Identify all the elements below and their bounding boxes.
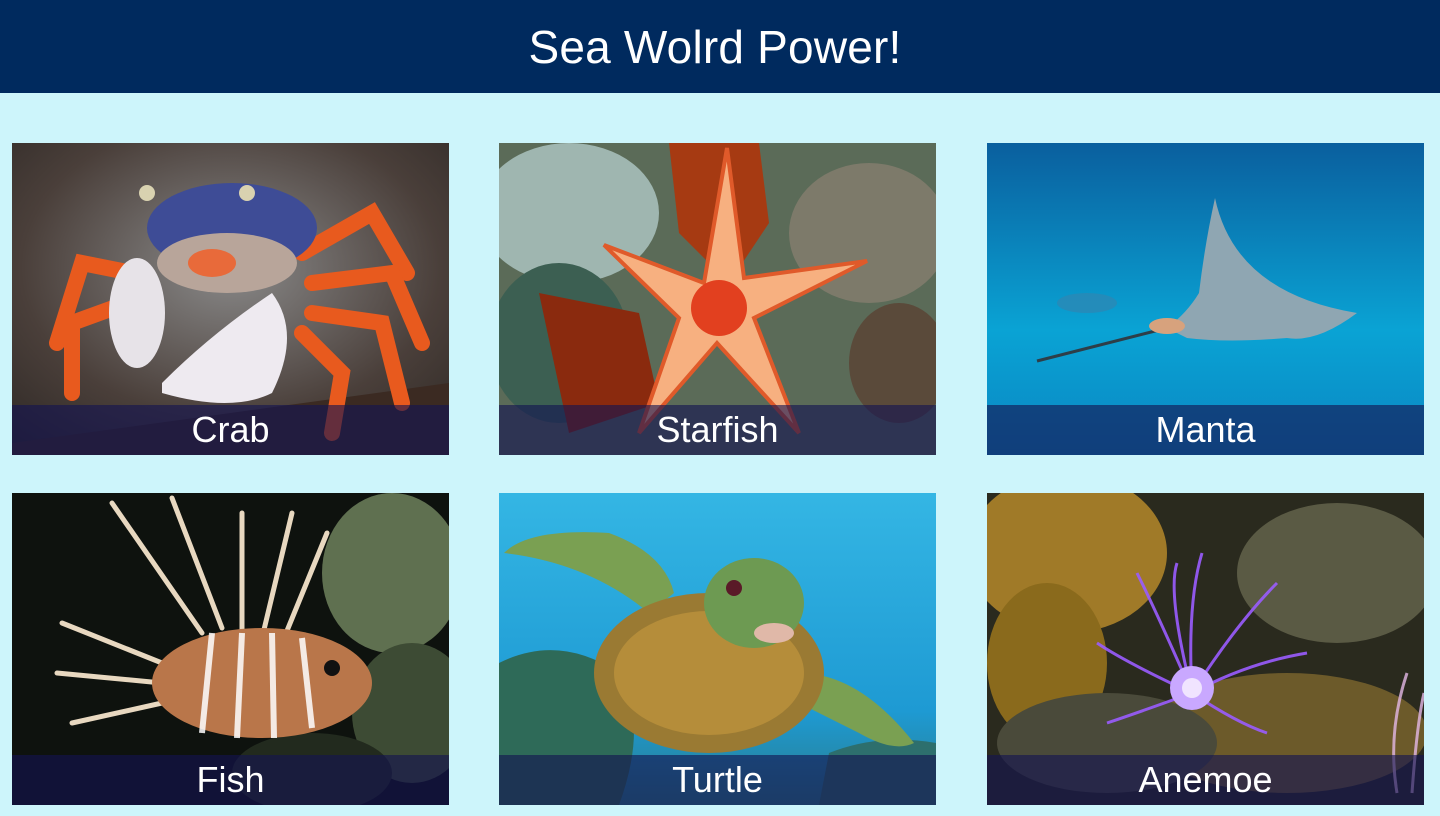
card-caption: Anemoe xyxy=(987,755,1424,805)
card-caption: Turtle xyxy=(499,755,936,805)
card-caption: Manta xyxy=(987,405,1424,455)
card-caption: Starfish xyxy=(499,405,936,455)
card-starfish[interactable]: Starfish xyxy=(499,143,936,455)
card-crab[interactable]: Crab xyxy=(12,143,449,455)
card-manta[interactable]: Manta xyxy=(987,143,1424,455)
card-fish[interactable]: Fish xyxy=(12,493,449,805)
card-caption: Crab xyxy=(12,405,449,455)
card-turtle[interactable]: Turtle xyxy=(499,493,936,805)
card-anemone[interactable]: Anemoe xyxy=(987,493,1424,805)
page-header: Sea Wolrd Power! xyxy=(0,0,1440,93)
page-title: Sea Wolrd Power! xyxy=(528,20,902,73)
card-caption: Fish xyxy=(12,755,449,805)
